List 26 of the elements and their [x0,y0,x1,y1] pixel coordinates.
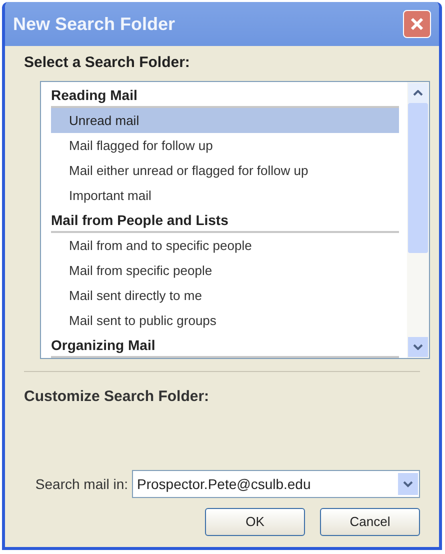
folder-option[interactable]: Mail sent directly to me [51,282,399,308]
group-header: Mail from People and Lists [51,208,399,232]
close-button[interactable] [403,10,431,38]
dropdown-caret-icon [398,473,418,495]
folder-option[interactable]: Important mail [51,182,399,208]
dialog-button[interactable]: Cancel [320,508,420,536]
scroll-up-button[interactable] [408,82,428,102]
up-caret-icon [413,90,423,96]
section-label: Select a Search Folder: [24,53,191,73]
close-icon [409,16,425,32]
account-dropdown[interactable]: Prospector.Pete@csulb.edu [132,470,420,498]
folder-option[interactable]: Mail flagged for follow up [51,132,399,158]
folder-option[interactable]: Mail from specific people [51,258,399,282]
folder-option[interactable]: Unread mail [51,108,399,132]
folder-option[interactable]: Mail from and to specific people [51,232,399,258]
section-label: Customize Search Folder: [24,386,210,406]
group-header: Organizing Mail [51,332,399,358]
window-title: New Search Folder [13,12,176,36]
folder-option[interactable]: Mail sent to public groups [51,308,399,332]
scroll-down-button[interactable] [408,336,428,356]
down-caret-icon [413,344,423,350]
folder-option[interactable]: Mail either unread or flagged for follow up [51,158,399,182]
field-label: Search mail in: [35,474,128,494]
dialog-button[interactable]: OK [205,508,305,536]
scroll-thumb[interactable] [408,102,428,252]
scrollbar[interactable] [407,82,429,358]
